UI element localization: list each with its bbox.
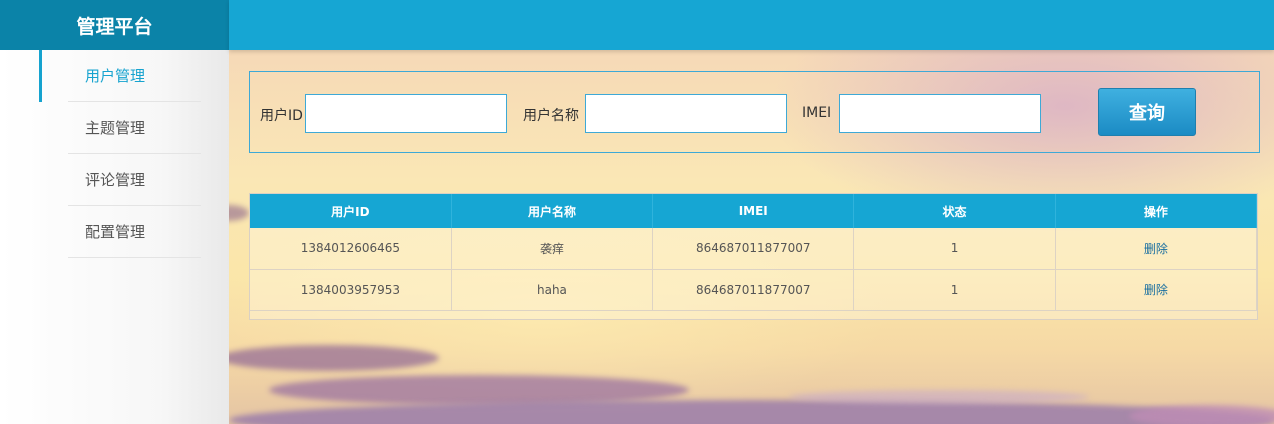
background-cloud — [229, 345, 439, 371]
delete-link[interactable]: 删除 — [1144, 283, 1168, 297]
search-form: 用户ID 用户名称 IMEI 查询 — [249, 71, 1260, 153]
background-cloud — [1129, 405, 1274, 424]
column-header-imei: IMEI — [652, 194, 855, 228]
cell-imei: 864687011877007 — [652, 228, 855, 270]
sidebar-nav: 用户管理 主题管理 评论管理 配置管理 — [0, 50, 229, 258]
table-header-row: 用户ID 用户名称 IMEI 状态 操作 — [250, 194, 1258, 228]
cell-action: 删除 — [1055, 269, 1258, 311]
sidebar-item-config-management[interactable]: 配置管理 — [68, 206, 201, 258]
user-table: 用户ID 用户名称 IMEI 状态 操作 1384012606465 袭痒 86… — [250, 194, 1258, 311]
sidebar-item-topic-management[interactable]: 主题管理 — [68, 102, 201, 154]
user-table-container: 用户ID 用户名称 IMEI 状态 操作 1384012606465 袭痒 86… — [249, 193, 1258, 320]
user-name-input[interactable] — [585, 94, 787, 133]
user-id-label: 用户ID — [260, 108, 303, 124]
sidebar: 管理平台 用户管理 主题管理 评论管理 配置管理 — [0, 0, 229, 424]
table-row: 1384003957953 haha 864687011877007 1 删除 — [250, 269, 1258, 311]
user-name-label: 用户名称 — [523, 108, 579, 124]
background-cloud — [789, 390, 1089, 404]
main-content: 用户ID 用户名称 IMEI 查询 用户ID 用户名称 IMEI 状态 操作 1… — [229, 50, 1274, 424]
cell-user-id: 1384003957953 — [250, 269, 452, 311]
column-header-user-id: 用户ID — [250, 194, 452, 228]
sidebar-item-user-management[interactable]: 用户管理 — [39, 50, 201, 102]
cell-imei: 864687011877007 — [652, 269, 855, 311]
top-header-bar — [229, 0, 1274, 50]
cell-user-name: 袭痒 — [451, 228, 654, 270]
background-cloud — [229, 205, 249, 221]
column-header-action: 操作 — [1055, 194, 1258, 228]
sidebar-item-comment-management[interactable]: 评论管理 — [68, 154, 201, 206]
column-header-status: 状态 — [853, 194, 1056, 228]
imei-input[interactable] — [839, 94, 1041, 133]
user-id-input[interactable] — [305, 94, 507, 133]
cell-user-id: 1384012606465 — [250, 228, 452, 270]
cell-user-name: haha — [451, 269, 654, 311]
cell-status: 1 — [853, 228, 1056, 270]
background-cloud — [229, 400, 1274, 424]
brand-title: 管理平台 — [0, 0, 229, 50]
delete-link[interactable]: 删除 — [1144, 242, 1168, 256]
column-header-user-name: 用户名称 — [451, 194, 654, 228]
imei-label: IMEI — [802, 105, 832, 121]
cell-action: 删除 — [1055, 228, 1258, 270]
cell-status: 1 — [853, 269, 1056, 311]
query-button[interactable]: 查询 — [1098, 88, 1196, 136]
table-row: 1384012606465 袭痒 864687011877007 1 删除 — [250, 228, 1258, 270]
